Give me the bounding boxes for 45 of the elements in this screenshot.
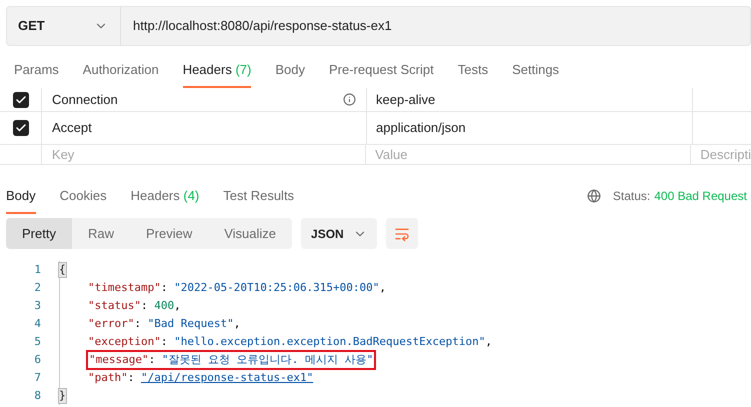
header-value: application/json [376, 119, 466, 138]
tab[interactable]: Authorization [70, 52, 171, 88]
tab[interactable]: Headers (7) [170, 52, 264, 88]
line-number: 8 [33, 388, 41, 404]
line-number: 6 [33, 352, 41, 368]
checkbox[interactable] [12, 92, 28, 108]
json-pair: "error": "Bad Request", [88, 316, 240, 332]
tab[interactable]: Tests [446, 52, 500, 88]
json-pair: "message": "잘못된 요청 오류입니다. 메시지 사용" [88, 352, 374, 368]
line-number: 7 [33, 370, 41, 386]
checkbox[interactable] [12, 120, 28, 136]
status-label: Status: [612, 188, 650, 205]
header-value: keep-alive [376, 90, 436, 109]
tab[interactable]: Test Results [211, 178, 306, 214]
brace: } [59, 389, 66, 403]
header-key: Accept [52, 118, 92, 138]
json-pair: "exception": "hello.exception.exception.BadRequestException", [88, 334, 492, 350]
view-mode-tab[interactable]: Raw [72, 218, 130, 249]
wrap-button[interactable] [386, 218, 418, 249]
json-pair: "timestamp": "2022-05-20T10:25:06.315+00:00", [88, 280, 386, 296]
format-dropdown[interactable]: JSON [301, 218, 378, 249]
tab[interactable]: Headers (4) [118, 178, 212, 214]
tab[interactable]: Settings [500, 52, 572, 88]
line-number: 2 [33, 280, 41, 296]
line-number: 5 [33, 334, 41, 350]
wrap-lines-icon [394, 226, 410, 242]
check-icon [14, 94, 26, 106]
line-number: 3 [33, 298, 41, 314]
tab[interactable]: Body [263, 52, 317, 88]
tab[interactable]: Cookies [48, 178, 119, 214]
tab[interactable]: Body [0, 178, 48, 214]
tab[interactable]: Pre-request Script [316, 52, 446, 88]
tab[interactable]: Params [2, 52, 71, 88]
json-pair: "status": 400, [88, 298, 181, 314]
line-number: 1 [33, 262, 41, 278]
view-mode-tab[interactable]: Visualize [208, 218, 292, 249]
line-number: 4 [33, 316, 41, 332]
globe-icon [586, 189, 601, 203]
header-key: Connection [52, 90, 118, 110]
brace: { [59, 263, 66, 277]
json-pair: "path": "/api/response-status-ex1" [88, 370, 314, 386]
check-icon [14, 122, 26, 134]
status-value: 400 Bad Request [654, 188, 747, 205]
view-mode-tab[interactable]: Pretty [6, 218, 72, 249]
view-mode-tab[interactable]: Preview [130, 218, 208, 249]
